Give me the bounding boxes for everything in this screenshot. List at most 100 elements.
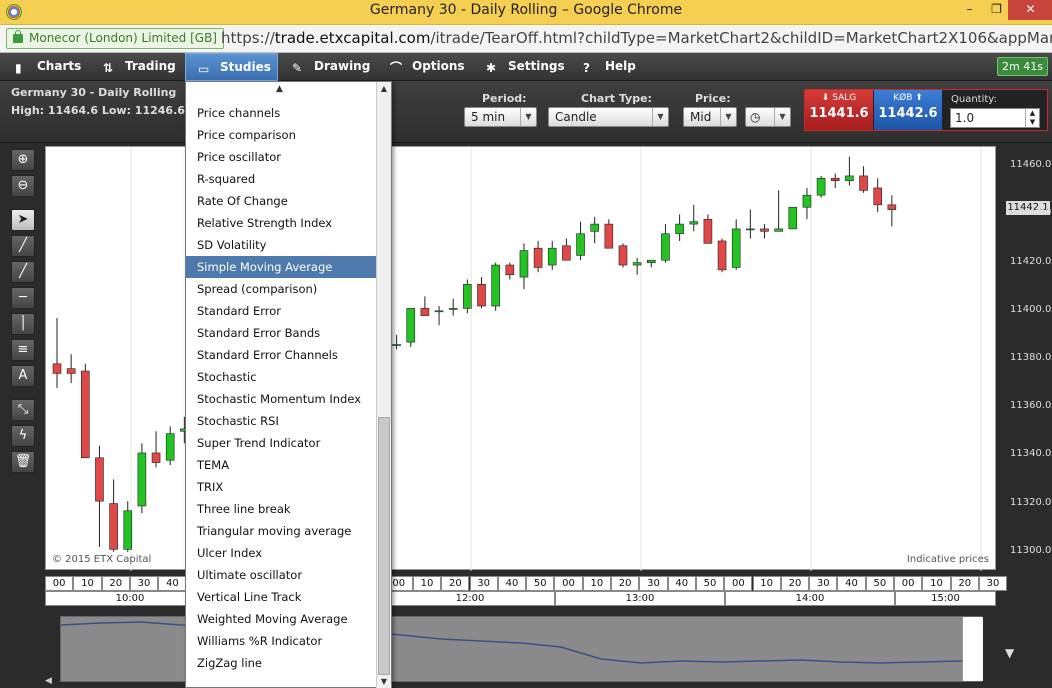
study-item[interactable]: Williams %R Indicator [186,630,377,652]
candle[interactable] [406,308,416,347]
study-item[interactable]: Stochastic Momentum Index [186,388,377,410]
menu-drawing[interactable]: ✎ Drawing [292,53,372,81]
scroll-left-icon[interactable]: ◀ [45,676,52,686]
candle[interactable] [816,175,826,198]
candle[interactable] [533,240,543,273]
study-item[interactable]: Vertical Line Track [186,586,377,608]
candle[interactable] [760,224,769,239]
study-item[interactable]: Rate Of Change [186,190,377,212]
study-item[interactable]: Super Trend Indicator [186,432,377,454]
candle[interactable] [519,243,529,290]
candle[interactable] [434,306,444,326]
candle[interactable] [505,262,515,280]
candle[interactable] [80,363,90,459]
candle[interactable] [52,318,62,388]
study-item[interactable]: Triangular moving average [186,520,377,542]
study-item[interactable]: Standard Error Channels [186,344,377,366]
study-item[interactable]: Price comparison [186,124,377,146]
candle[interactable] [802,187,812,220]
candle[interactable] [746,209,755,239]
candle[interactable] [689,204,699,232]
menu-help[interactable]: ? Help [583,53,643,81]
fit-icon[interactable]: ⤡ [11,399,35,421]
candle[interactable] [731,219,741,270]
candle[interactable] [477,277,486,309]
quantity-stepper[interactable]: ▲ ▼ [1025,109,1039,127]
study-item[interactable]: Price channels [186,102,377,124]
scrollbar-thumb[interactable] [378,417,390,675]
line-icon[interactable]: ╱ [11,261,35,283]
study-item[interactable]: Spread (comparison) [186,278,377,300]
trash-icon[interactable]: 🗑 [11,451,35,473]
candle[interactable] [590,216,600,244]
candle[interactable] [491,262,500,311]
candle[interactable] [703,214,713,244]
candle[interactable] [151,431,161,468]
candle[interactable] [887,195,897,227]
candle[interactable] [632,257,642,275]
study-item[interactable]: Relative Strength Index [186,212,377,234]
study-item[interactable]: Standard Error [186,300,377,322]
studies-scrollbar[interactable]: ▲ ▼ [376,82,391,688]
study-item[interactable]: Ultimate oscillator [186,564,377,586]
fibonacci-icon[interactable]: ϟ [11,425,35,447]
channel-icon[interactable]: ≡ [11,339,35,361]
text-icon[interactable]: A [11,365,35,387]
candle[interactable] [448,298,458,316]
study-item[interactable]: ZigZag line [186,652,377,674]
candle[interactable] [830,173,840,188]
price-axis[interactable]: 11442.1 11460.0 11440.0 11420.0 11400.0 1138… [996,146,1052,570]
candle[interactable] [675,214,684,241]
study-item[interactable]: Ulcer Index [186,542,377,564]
menu-settings[interactable]: ✱ Settings [486,53,566,81]
candle[interactable] [165,426,175,465]
study-item[interactable]: TRIX [186,476,377,498]
candle[interactable] [137,443,147,514]
study-item[interactable]: Simple Moving Average [186,256,377,278]
zoom-in-icon[interactable]: ⊕ [11,149,35,171]
candle[interactable] [661,224,670,263]
vertical-line-icon[interactable]: │ [11,313,35,335]
candle[interactable] [463,279,472,314]
study-item[interactable]: Standard Error Bands [186,322,377,344]
zoom-out-icon[interactable]: ⊖ [11,175,35,197]
candle[interactable] [618,243,628,268]
menu-options[interactable]: ⌒ Options [390,53,470,81]
pointer-icon[interactable]: ➤ [11,209,35,231]
minimize-button[interactable]: – [956,0,983,20]
chart-type-select[interactable]: Candle ▼ [548,107,669,127]
menu-charts[interactable]: ▮ Charts [15,53,85,81]
study-item[interactable]: R-squared [186,168,377,190]
candle[interactable] [774,190,783,232]
trend-line-icon[interactable]: ╱ [11,235,35,257]
study-item[interactable]: TEMA [186,454,377,476]
study-item[interactable]: Three line break [186,498,377,520]
menu-trading[interactable]: ⇅ Trading [103,53,183,81]
candle[interactable] [562,238,571,261]
candle[interactable] [66,354,76,384]
scroll-down-icon[interactable]: ▼ [377,675,391,688]
candle[interactable] [604,219,614,249]
study-item[interactable]: Stochastic [186,366,377,388]
study-item[interactable]: Price oscillator [186,146,377,168]
maximize-button[interactable]: ❐ [983,0,1010,20]
quantity-input[interactable]: 1.0 ▲ ▼ [950,108,1040,128]
address-bar[interactable]: Monecor (London) Limited [GB] https://tr… [0,25,1052,53]
candle[interactable] [873,178,883,213]
candle[interactable] [859,166,868,193]
price-select[interactable]: Mid ▼ [683,107,737,127]
candle[interactable] [646,259,656,268]
candle[interactable] [576,221,585,261]
menu-studies[interactable]: ▭ Studies [185,53,278,81]
candle[interactable] [547,240,557,270]
candle[interactable] [788,206,798,230]
period-select[interactable]: 5 min ▼ [464,107,537,127]
ev-certificate-badge[interactable]: Monecor (London) Limited [GB] [6,28,224,49]
study-item[interactable]: Stochastic RSI [186,410,377,432]
scroll-up-icon[interactable]: ▲ [377,82,391,96]
close-button[interactable]: ✕ [1008,0,1052,20]
buy-button[interactable]: KØB ⬆ 11442.6 [874,90,942,130]
candle[interactable] [109,479,118,552]
studies-dropdown[interactable]: ▲ Price channels Price comparison Price os… [185,81,392,688]
candle[interactable] [95,445,104,547]
